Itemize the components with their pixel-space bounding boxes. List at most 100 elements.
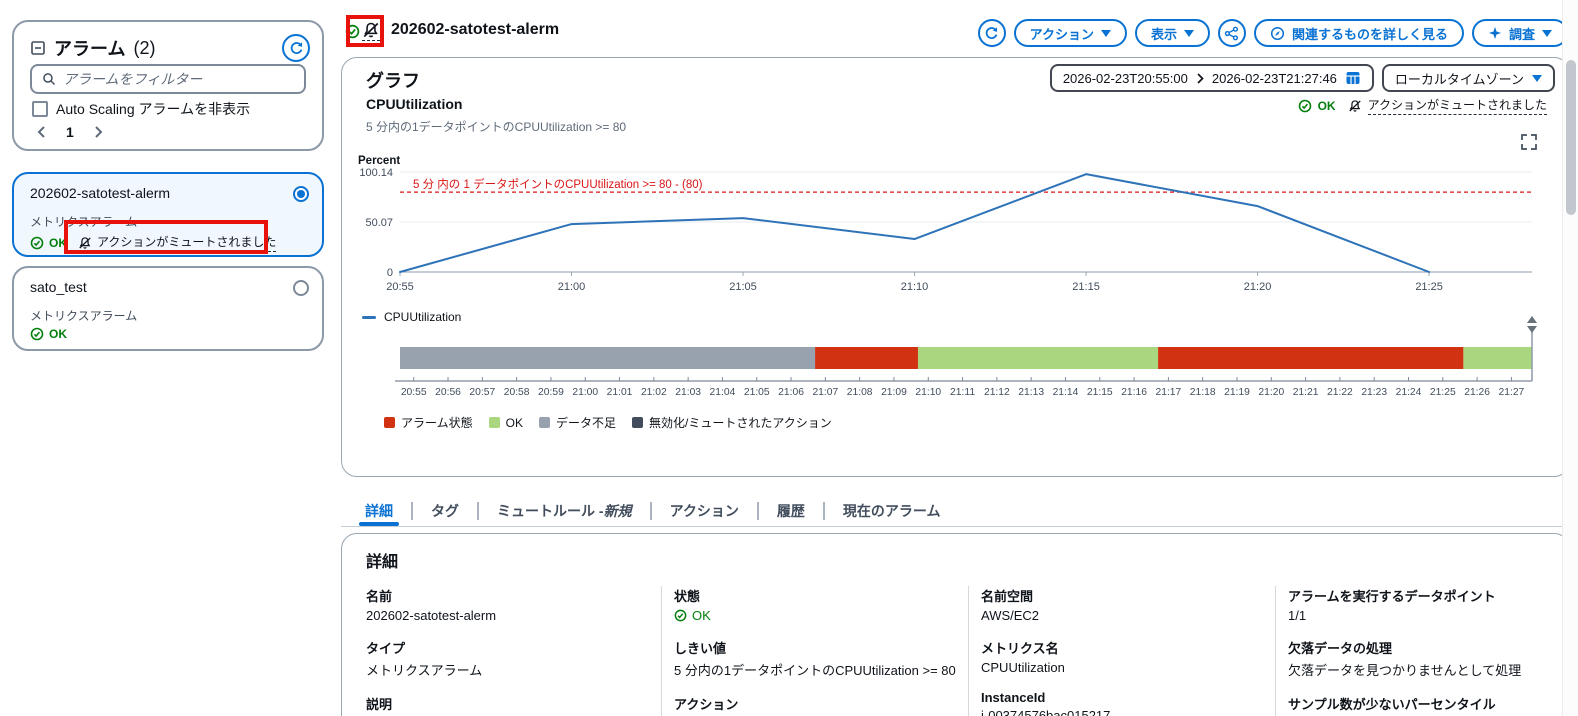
alarm-radio-unselected[interactable] xyxy=(293,280,309,296)
ok-check-icon xyxy=(30,327,44,341)
alarm-name[interactable]: 202602-satotest-alerm xyxy=(30,185,170,201)
svg-text:21:20: 21:20 xyxy=(1244,281,1272,293)
next-page-button[interactable] xyxy=(92,125,104,139)
tab-label: 現在のアラーム xyxy=(843,501,941,521)
alarm-name[interactable]: sato_test xyxy=(30,279,87,295)
tab-label-suffix: 新規 xyxy=(604,501,632,521)
bell-muted-icon xyxy=(1348,99,1362,113)
alarm-card-202602-satotest-alerm[interactable]: 202602-satotest-alerm メトリクスアラーム OK アクション… xyxy=(12,172,324,257)
ok-check-icon xyxy=(674,609,687,622)
details-field: 欠落データの処理欠落データを見つかりませんとして処理 xyxy=(1288,638,1561,679)
share-icon xyxy=(1224,26,1239,41)
svg-text:21:25: 21:25 xyxy=(1430,387,1456,398)
bell-muted-icon xyxy=(78,236,92,250)
cpu-utilization-line-chart[interactable]: 050.07100.14Percent5 分 内の 1 データポイントのCPUU… xyxy=(350,153,1550,298)
svg-text:21:03: 21:03 xyxy=(675,387,701,398)
refresh-alarms-button[interactable] xyxy=(282,34,310,62)
tab-アクション[interactable]: アクション xyxy=(652,496,757,526)
state-legend-label: 無効化/ミュートされたアクション xyxy=(649,414,832,431)
muted-actions-link[interactable]: アクションがミュートされました xyxy=(97,233,276,252)
details-field-value: CPUUtilization xyxy=(981,660,1263,675)
state-legend: アラーム状態OKデータ不足無効化/ミュートされたアクション xyxy=(384,414,832,431)
alarm-filter-text[interactable] xyxy=(63,71,294,87)
alarm-state-timeline[interactable]: 20:5520:5620:5720:5820:5921:0021:0121:02… xyxy=(350,313,1560,413)
ok-check-icon xyxy=(1298,99,1312,113)
cloudwatch-alarm-page: アラーム (2) Auto Scaling アラームを非表示 1 202602-… xyxy=(0,0,1578,716)
details-field: メトリクス名CPUUtilization xyxy=(981,638,1263,675)
prev-page-button[interactable] xyxy=(36,125,48,139)
details-field-label: しきい値 xyxy=(674,638,956,657)
graph-panel: グラフ 2026-02-23T20:55:00 2026-02-23T21:27… xyxy=(341,57,1570,477)
state-legend-item: 無効化/ミュートされたアクション xyxy=(632,414,832,431)
details-field-value: 5 分内の1データポイントのCPUUtilization >= 80 xyxy=(674,660,956,679)
svg-text:21:09: 21:09 xyxy=(881,387,907,398)
details-field-label: 説明 xyxy=(366,694,646,713)
actions-dropdown-button[interactable]: アクション xyxy=(1014,19,1127,47)
svg-text:21:04: 21:04 xyxy=(710,387,736,398)
svg-text:21:14: 21:14 xyxy=(1053,387,1079,398)
tab-詳細[interactable]: 詳細 xyxy=(347,496,411,526)
alarm-list-title: アラーム xyxy=(54,35,125,61)
expand-chart-icon[interactable] xyxy=(1521,134,1537,150)
date-range-picker[interactable]: 2026-02-23T20:55:00 2026-02-23T21:27:46 xyxy=(1050,64,1374,92)
view-dropdown-button[interactable]: 表示 xyxy=(1135,19,1210,47)
details-column: アラームを実行するデータポイント1/1欠落データの処理欠落データを見つかりません… xyxy=(1275,586,1561,716)
hide-autoscaling-label: Auto Scaling アラームを非表示 xyxy=(56,99,250,119)
refresh-icon xyxy=(984,26,999,41)
investigate-dropdown-button[interactable]: 調査 xyxy=(1472,19,1568,47)
tab-現在のアラーム[interactable]: 現在のアラーム xyxy=(825,496,959,526)
tab-label: タグ xyxy=(431,501,459,521)
search-icon xyxy=(42,72,56,86)
details-field: 名前空間AWS/EC2 xyxy=(981,586,1263,623)
details-field: サンプル数が少ないパーセンタイルevaluate xyxy=(1288,694,1561,716)
alarm-type-label: メトリクスアラーム xyxy=(30,307,137,324)
tab-label: アクション xyxy=(670,501,739,521)
svg-text:20:58: 20:58 xyxy=(504,387,530,398)
tab-label: 詳細 xyxy=(365,501,393,521)
ok-check-icon xyxy=(30,236,44,250)
chevron-down-icon xyxy=(1101,30,1111,37)
timezone-dropdown[interactable]: ローカルタイムゾーン xyxy=(1382,64,1555,92)
alarm-filter-input[interactable] xyxy=(30,64,306,94)
collapse-panel-icon[interactable] xyxy=(30,40,46,56)
tab-タグ[interactable]: タグ xyxy=(413,496,477,526)
tab-履歴[interactable]: 履歴 xyxy=(759,496,823,526)
checkbox-icon[interactable] xyxy=(32,101,48,117)
details-field-label: タイプ xyxy=(366,638,646,657)
svg-text:0: 0 xyxy=(387,267,393,279)
details-field-label: InstanceId xyxy=(981,690,1263,705)
page-scrollbar-thumb[interactable] xyxy=(1566,60,1576,215)
detail-tabs: 詳細タグミュートルール - 新規アクション履歴現在のアラーム xyxy=(341,496,1570,527)
details-field: タイプメトリクスアラーム xyxy=(366,638,646,679)
header-bell-muted-icon[interactable] xyxy=(362,21,380,41)
page-number[interactable]: 1 xyxy=(66,124,74,140)
state-legend-swatch xyxy=(384,417,395,428)
hide-autoscaling-checkbox-row[interactable]: Auto Scaling アラームを非表示 xyxy=(32,99,250,119)
tab-label: ミュートルール - xyxy=(497,501,604,521)
svg-text:21:24: 21:24 xyxy=(1396,387,1422,398)
details-column: 名前空間AWS/EC2 メトリクス名CPUUtilization InstanceI… xyxy=(968,586,1263,716)
details-field-label: サンプル数が少ないパーセンタイル xyxy=(1288,694,1561,713)
graph-muted-actions-link[interactable]: アクションがミュートされました xyxy=(1368,96,1547,115)
details-field-value: 202602-satotest-alerm xyxy=(366,608,646,623)
page-title: 202602-satotest-alerm xyxy=(391,21,559,39)
refresh-button[interactable] xyxy=(978,19,1006,47)
share-button[interactable] xyxy=(1218,19,1246,47)
alarm-card-sato-test[interactable]: sato_test メトリクスアラーム OK xyxy=(12,266,324,351)
details-field-label: アラームを実行するデータポイント xyxy=(1288,586,1561,605)
compass-icon xyxy=(1270,26,1285,41)
details-field-label: 名前 xyxy=(366,586,646,605)
page-scrollbar[interactable] xyxy=(1562,0,1578,716)
details-field: 状態OK xyxy=(674,586,956,623)
alarm-count: (2) xyxy=(133,38,155,59)
svg-text:21:06: 21:06 xyxy=(778,387,804,398)
details-field: 説明 xyxy=(366,694,646,713)
details-status-text: OK xyxy=(692,608,711,623)
alarm-radio-selected[interactable] xyxy=(293,186,309,202)
explore-related-button[interactable]: 関連するものを詳しく見る xyxy=(1254,19,1464,47)
tab-ミュートルール -[interactable]: ミュートルール - 新規 xyxy=(479,496,650,526)
svg-text:20:56: 20:56 xyxy=(435,387,461,398)
chevron-down-icon xyxy=(1532,75,1542,82)
details-panel: 詳細 名前202602-satotest-alermタイプメトリクスアラーム説明… xyxy=(341,533,1570,716)
timeline-slider-handle[interactable] xyxy=(1527,316,1537,333)
